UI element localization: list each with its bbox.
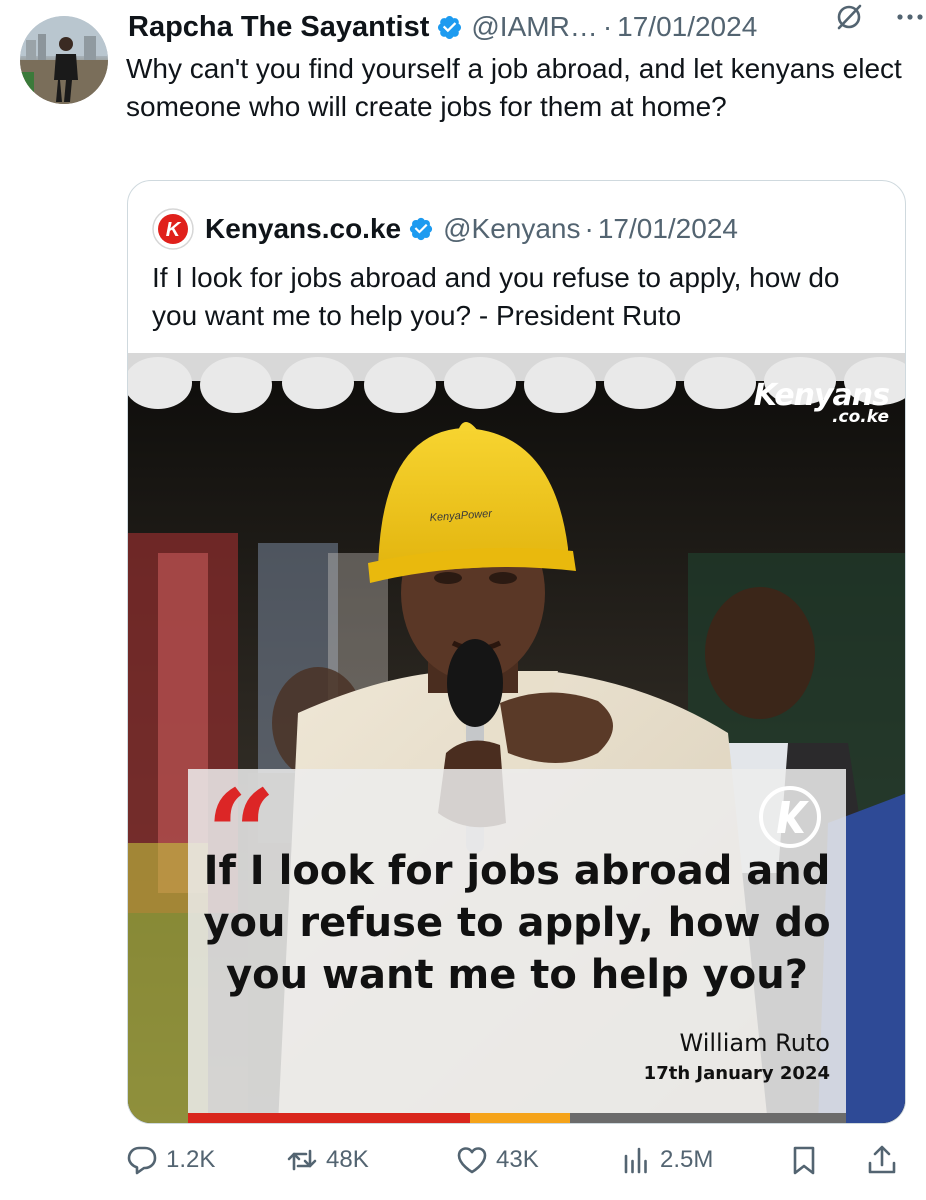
- speaker-name: William Ruto: [679, 1029, 831, 1057]
- reply-icon: [127, 1146, 157, 1175]
- quoted-tweet-date[interactable]: 17/01/2024: [598, 213, 738, 245]
- view-count: 2.5M: [660, 1146, 714, 1173]
- repost-button[interactable]: 48K: [286, 1140, 369, 1180]
- handle[interactable]: @IAMR…: [471, 11, 597, 43]
- avatar[interactable]: [20, 16, 108, 104]
- like-button[interactable]: 43K: [456, 1140, 539, 1180]
- kenyans-logo-icon[interactable]: K: [152, 208, 194, 250]
- quoted-media-image[interactable]: KenyaPower Kenyans .co.ke “ If I look fo…: [128, 353, 905, 1123]
- k-badge-icon: [759, 786, 821, 848]
- tweet-date[interactable]: 17/01/2024: [617, 11, 757, 43]
- reply-count: 1.2K: [166, 1146, 216, 1173]
- quoted-tweet-card[interactable]: K Kenyans.co.ke @Kenyans · 17/01/2024 If…: [127, 180, 906, 1124]
- speaker-date: 17th January 2024: [643, 1063, 830, 1084]
- quoted-verified-badge-icon: [410, 217, 433, 241]
- quoted-separator-dot: ·: [584, 213, 594, 244]
- more-icon[interactable]: [894, 2, 926, 32]
- views-button[interactable]: 2.5M: [620, 1140, 713, 1180]
- display-name[interactable]: Rapcha The Sayantist: [128, 11, 429, 44]
- reply-button[interactable]: 1.2K: [126, 1140, 215, 1180]
- repost-icon: [287, 1149, 317, 1171]
- quote-overlay: “ If I look for jobs abroad and you refu…: [188, 769, 846, 1113]
- verified-badge-icon: [438, 15, 462, 39]
- grok-icon[interactable]: [834, 2, 864, 32]
- quoted-tweet-text: If I look for jobs abroad and you refuse…: [152, 262, 840, 331]
- tweet-text: Why can't you find yourself a job abroad…: [126, 53, 902, 122]
- share-icon: [868, 1145, 896, 1174]
- like-count: 43K: [496, 1146, 539, 1173]
- repost-count: 48K: [326, 1146, 369, 1173]
- share-button[interactable]: [866, 1140, 906, 1180]
- bookmark-icon: [793, 1146, 815, 1175]
- separator-dot: ·: [602, 11, 613, 42]
- quote-main-text: If I look for jobs abroad and you refuse…: [203, 848, 831, 998]
- views-icon: [624, 1147, 647, 1174]
- action-bar: 1.2K 48K 43K 2.5M: [126, 1140, 908, 1180]
- speaker-block: William Ruto 17th January 2024: [644, 1029, 830, 1084]
- color-stripe: [188, 1113, 846, 1123]
- bookmark-button[interactable]: [788, 1140, 828, 1180]
- tweet-header: Rapcha The Sayantist @IAMR… · 17/01/2024: [128, 10, 904, 44]
- like-icon: [457, 1147, 487, 1174]
- quoted-display-name[interactable]: Kenyans.co.ke: [205, 213, 401, 245]
- quoted-handle[interactable]: @Kenyans: [443, 213, 580, 245]
- kenyans-watermark: Kenyans .co.ke: [754, 381, 890, 426]
- quoted-tweet-header: K Kenyans.co.ke @Kenyans · 17/01/2024: [152, 207, 738, 251]
- logo-letter: K: [166, 219, 182, 241]
